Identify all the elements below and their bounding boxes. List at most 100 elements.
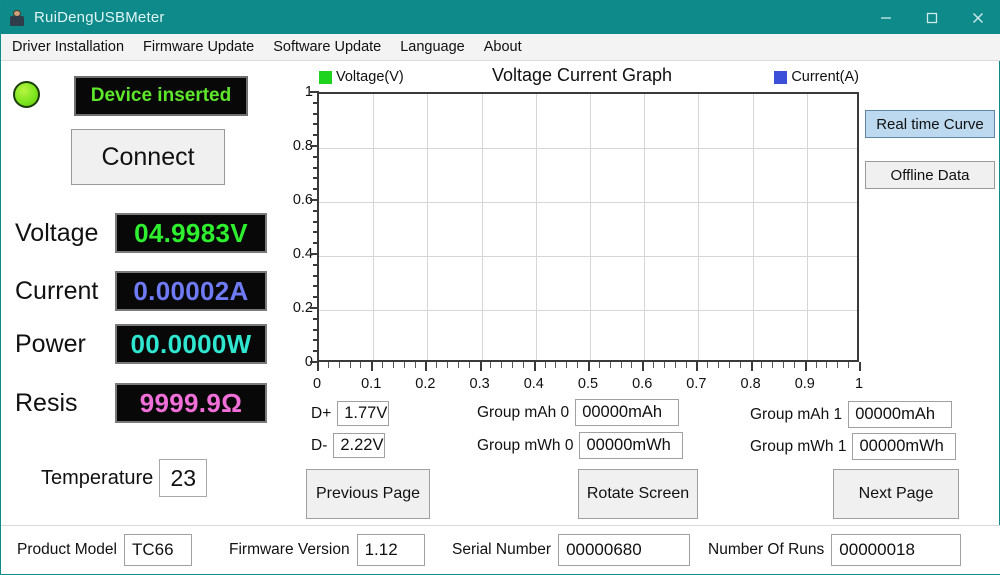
chart-x-tick-minor [837, 362, 838, 368]
chart-x-tick-minor [328, 362, 329, 368]
chart-x-tick-minor [501, 362, 502, 368]
chart-x-tick-minor [415, 362, 416, 368]
chart-x-tick-major [534, 362, 536, 371]
chart-x-tick-minor [512, 362, 513, 368]
chart-x-tick-minor [360, 362, 361, 368]
chart-gridline-v [373, 94, 374, 360]
chart-x-tick-label: 0.8 [741, 376, 761, 392]
chart-x-tick-minor [826, 362, 827, 368]
chart-x-tick-label: 1 [855, 376, 863, 392]
chart-x-tick-minor [631, 362, 632, 368]
minimize-icon[interactable] [863, 1, 909, 34]
voltage-current-chart: Voltage Current Graph Voltage(V) Current… [297, 65, 867, 390]
status-number-of-runs-label: Number Of Runs [708, 541, 824, 559]
chart-x-tick-minor [566, 362, 567, 368]
chart-x-tick-minor [621, 362, 622, 368]
menu-item-about[interactable]: About [476, 35, 530, 59]
chart-x-tick-minor [382, 362, 383, 368]
chart-x-tick-minor [490, 362, 491, 368]
status-serial-number-value[interactable]: 00000680 [558, 534, 690, 566]
close-icon[interactable] [955, 1, 1000, 34]
chart-x-tick-minor [436, 362, 437, 368]
chart-y-tick-minor [313, 339, 319, 341]
chart-y-tick-minor [313, 318, 319, 320]
chart-x-tick-major [371, 362, 373, 371]
chart-gridline-v [536, 94, 537, 360]
device-status-banner: Device inserted [74, 76, 248, 116]
menu-item-driver-installation[interactable]: Driver Installation [4, 35, 132, 59]
chart-x-tick-minor [339, 362, 340, 368]
field-group-mah-0-label: Group mAh 0 [477, 404, 569, 422]
measurement-current: Current 0.00002A [15, 271, 267, 311]
menu-item-firmware-update[interactable]: Firmware Update [135, 35, 262, 59]
chart-gridline-v [590, 94, 591, 360]
field-group-mwh-0-label: Group mWh 0 [477, 437, 573, 455]
status-product-model-value[interactable]: TC66 [124, 534, 192, 566]
chart-x-tick-minor [816, 362, 817, 368]
chart-y-tick-minor [313, 275, 319, 277]
rotate-screen-button[interactable]: Rotate Screen [578, 469, 698, 519]
menu-item-language[interactable]: Language [392, 35, 473, 59]
chart-plot[interactable] [317, 92, 859, 362]
connect-button[interactable]: Connect [71, 129, 225, 185]
chart-x-tick-minor [545, 362, 546, 368]
chart-x-tick-minor [794, 362, 795, 368]
field-group-mwh-1-value[interactable]: 00000mWh [852, 433, 956, 460]
chart-y-tick-minor [313, 264, 319, 266]
offline-data-button[interactable]: Offline Data [865, 161, 995, 189]
chart-gridline-v [644, 94, 645, 360]
chart-x-tick-minor [783, 362, 784, 368]
chart-x-tick-minor [350, 362, 351, 368]
chart-x-tick-minor [848, 362, 849, 368]
measurement-power-label: Power [15, 330, 115, 359]
measurement-power-value: 00.0000W [115, 324, 267, 364]
field-d-minus: D- 2.22V [311, 433, 385, 458]
status-firmware-version-label: Firmware Version [229, 541, 350, 559]
chart-x-tick-minor [729, 362, 730, 368]
chart-y-tick-minor [313, 242, 319, 244]
chart-x-tick-minor [707, 362, 708, 368]
field-group-mah-1-label: Group mAh 1 [750, 406, 842, 424]
device-status-text: Device inserted [91, 85, 231, 107]
chart-x-tick-major [642, 362, 644, 371]
real-time-curve-button[interactable]: Real time Curve [865, 110, 995, 138]
device-status-led [13, 81, 40, 108]
legend-current: Current(A) [774, 69, 859, 85]
field-group-mwh-1-label: Group mWh 1 [750, 438, 846, 456]
field-d-plus-label: D+ [311, 405, 331, 423]
chart-x-tick-major [317, 362, 319, 371]
chart-plot-area: 00.20.40.60.81 00.10.20.30.40.50.60.70.8… [317, 92, 859, 362]
previous-page-button[interactable]: Previous Page [306, 469, 430, 519]
field-d-plus-value[interactable]: 1.77V [337, 401, 389, 426]
chart-gridline-v [753, 94, 754, 360]
chart-x-tick-major [859, 362, 861, 371]
status-firmware-version-value[interactable]: 1.12 [357, 534, 425, 566]
chart-y-tick-major [310, 253, 319, 255]
maximize-icon[interactable] [909, 1, 955, 34]
field-group-mwh-0-value[interactable]: 00000mWh [579, 432, 683, 459]
chart-y-tick-minor [313, 329, 319, 331]
field-group-mah-1-value[interactable]: 00000mAh [848, 401, 952, 428]
chart-x-tick-minor [772, 362, 773, 368]
chart-x-tick-label: 0.4 [524, 376, 544, 392]
chart-y-tick-minor [313, 156, 319, 158]
chart-y-tick-minor [313, 350, 319, 352]
chart-x-tick-minor [664, 362, 665, 368]
application-window: RuiDengUSBMeter Driver Installation Firm… [0, 0, 1000, 575]
status-firmware-version: Firmware Version 1.12 [229, 534, 425, 566]
chart-x-tick-minor [523, 362, 524, 368]
field-d-minus-value[interactable]: 2.22V [333, 433, 385, 458]
chart-x-tick-minor [393, 362, 394, 368]
chart-x-tick-minor [740, 362, 741, 368]
next-page-button[interactable]: Next Page [833, 469, 959, 519]
chart-y-tick-minor [313, 134, 319, 136]
chart-x-tick-minor [686, 362, 687, 368]
field-group-mah-0-value[interactable]: 00000mAh [575, 399, 679, 426]
temperature-value: 23 [159, 459, 207, 497]
status-number-of-runs-value[interactable]: 00000018 [831, 534, 961, 566]
chart-y-tick-major [310, 91, 319, 93]
chart-gridline-h [319, 256, 857, 257]
chart-y-tick-minor [313, 221, 319, 223]
menu-item-software-update[interactable]: Software Update [265, 35, 389, 59]
field-group-mwh-0: Group mWh 0 00000mWh [477, 432, 683, 459]
